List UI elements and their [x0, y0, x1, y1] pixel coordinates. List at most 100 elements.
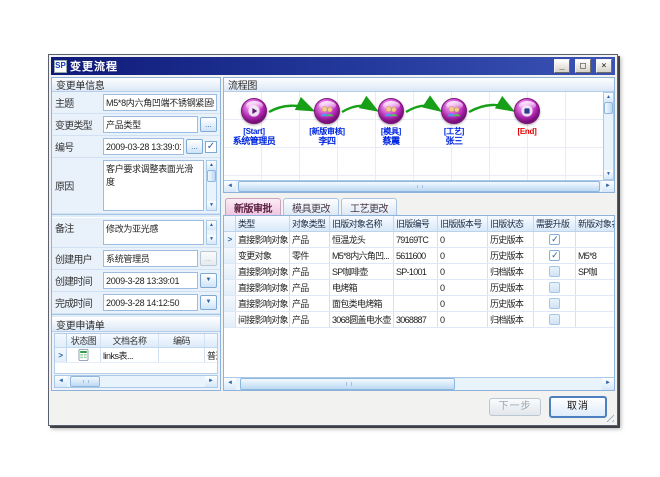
grid-col-header-4[interactable]: 旧版版本号	[438, 216, 488, 231]
grid-cell: 归档版本	[488, 264, 534, 279]
close-button[interactable]: ×	[596, 59, 612, 73]
grid-cell: 历史版本	[488, 296, 534, 311]
change-type-input[interactable]	[103, 116, 198, 133]
scroll-up-icon[interactable]: ▲	[207, 221, 216, 230]
scroll-up-icon[interactable]: ▲	[207, 161, 216, 170]
mini-col-header-1[interactable]: 文档名称	[101, 334, 159, 347]
impact-grid-body: >直接影响对象产品恒温龙头79169TC0历史版本✓变更对象零件M5*8内六角凹…	[224, 232, 614, 328]
grid-col-header-0[interactable]: 类型	[236, 216, 290, 231]
scroll-thumb[interactable]	[207, 170, 216, 182]
grid-cell: SP-1001	[394, 264, 438, 279]
finish-time-input[interactable]	[103, 294, 198, 311]
grid-col-header-3[interactable]: 旧版编号	[394, 216, 438, 231]
cancel-button[interactable]: 取消	[549, 396, 607, 418]
scroll-right-icon[interactable]: ►	[602, 181, 614, 192]
tab-1[interactable]: 模具更改	[283, 198, 339, 215]
mini-col-header-3[interactable]	[205, 334, 218, 347]
change-request-grid-body: >links表...普通	[55, 348, 217, 363]
number-picker-button[interactable]: ...	[186, 139, 203, 154]
create-time-input[interactable]	[103, 272, 198, 289]
task-node-icon[interactable]	[314, 98, 340, 124]
table-row[interactable]: >直接影响对象产品恒温龙头79169TC0历史版本✓	[224, 232, 614, 248]
remarks-textarea[interactable]: 修改为亚光感	[103, 220, 204, 245]
left-horizontal-scrollbar[interactable]: ◄ ►	[54, 375, 218, 388]
upgrade-checkbox[interactable]	[549, 298, 560, 309]
grid-cell: 0	[438, 264, 488, 279]
number-input[interactable]	[103, 138, 184, 155]
scroll-up-icon[interactable]: ▲	[604, 93, 613, 102]
subject-label: 主题	[55, 95, 101, 110]
scroll-down-icon[interactable]: ▼	[207, 201, 216, 210]
scroll-thumb[interactable]	[70, 376, 100, 387]
grid-cell: 直接影响对象	[236, 280, 290, 295]
mini-col-header-0[interactable]: 状态图	[67, 334, 101, 347]
grid-col-header-5[interactable]: 旧版状态	[488, 216, 534, 231]
mini-col-header-2[interactable]: 编码	[159, 334, 205, 347]
list-item[interactable]: >links表...普通	[55, 348, 217, 363]
scroll-left-icon[interactable]: ◄	[224, 181, 236, 192]
field-change-type: 变更类型 ...	[52, 114, 220, 136]
task-node-icon[interactable]	[441, 98, 467, 124]
grid-cell-upgrade	[534, 280, 576, 295]
scroll-down-icon[interactable]: ▼	[207, 235, 216, 244]
task-node-icon[interactable]	[378, 98, 404, 124]
flow-node-review: [新版审核] 李四	[295, 98, 359, 146]
flow-diagram-panel: 流程图	[223, 77, 615, 193]
flow-canvas[interactable]: [Start] 系统管理员 [新版审核]	[224, 92, 603, 180]
number-checkbox[interactable]: ✓	[205, 141, 217, 153]
upgrade-checkbox[interactable]: ✓	[549, 234, 560, 245]
remarks-label: 备注	[55, 220, 101, 245]
app-icon: SP	[54, 60, 67, 73]
grid-cell: 直接影响对象	[236, 296, 290, 311]
create-time-dropdown-button[interactable]: ▼	[200, 273, 217, 288]
create-user-picker-button[interactable]: ...	[200, 251, 217, 266]
finish-time-dropdown-button[interactable]: ▼	[200, 295, 217, 310]
minimize-button[interactable]: _	[554, 59, 570, 73]
grid-cell: SP咖啡壶	[330, 264, 394, 279]
flow-horizontal-scrollbar[interactable]: ◄ ►	[224, 180, 614, 192]
reason-textarea[interactable]: 客户要求调整表面光滑度	[103, 160, 204, 211]
grid-col-header-2[interactable]: 旧版对象名称	[330, 216, 394, 231]
upgrade-checkbox[interactable]: ✓	[549, 250, 560, 261]
field-number: 编号 ... ✓	[52, 136, 220, 158]
table-row[interactable]: 直接影响对象产品电烤箱0历史版本	[224, 280, 614, 296]
scroll-down-icon[interactable]: ▼	[604, 170, 613, 179]
table-row[interactable]: 直接影响对象产品面包类电烤箱0历史版本	[224, 296, 614, 312]
table-row[interactable]: 变更对象零件M5*8内六角凹...56116000历史版本✓M5*8	[224, 248, 614, 264]
row-selector	[224, 248, 236, 263]
tab-2[interactable]: 工艺更改	[341, 198, 397, 215]
grid-cell: 归档版本	[488, 312, 534, 327]
table-row[interactable]: 直接影响对象产品SP咖啡壶SP-10010归档版本SP咖	[224, 264, 614, 280]
remarks-scrollbar[interactable]: ▲ ▼	[206, 220, 217, 245]
scroll-right-icon[interactable]: ►	[205, 376, 217, 387]
table-row[interactable]: 间接影响对象产品3068圆盖电水壶30688870归档版本	[224, 312, 614, 328]
grid-col-header-7[interactable]: 新版对象名称	[576, 216, 614, 231]
end-node-icon[interactable]	[514, 98, 540, 124]
grid-col-header-1[interactable]: 对象类型	[290, 216, 330, 231]
titlebar[interactable]: SP 变更流程 _ □ ×	[51, 57, 615, 75]
change-type-label: 变更类型	[55, 117, 101, 132]
grid-cell: 3068圆盖电水壶	[330, 312, 394, 327]
start-node-icon[interactable]	[241, 98, 267, 124]
grid-cell-upgrade	[534, 312, 576, 327]
scroll-left-icon[interactable]: ◄	[55, 376, 67, 387]
create-user-input[interactable]	[103, 250, 198, 267]
tab-0[interactable]: 新版审批	[225, 198, 281, 215]
number-label: 编号	[55, 139, 101, 154]
scroll-thumb[interactable]	[604, 102, 613, 114]
upgrade-checkbox[interactable]	[549, 314, 560, 325]
upgrade-checkbox[interactable]	[549, 266, 560, 277]
maximize-button[interactable]: □	[575, 59, 591, 73]
next-button[interactable]: 下一步	[489, 398, 541, 416]
change-type-picker-button[interactable]: ...	[200, 117, 217, 132]
subject-input[interactable]	[103, 94, 217, 111]
row-selector	[224, 264, 236, 279]
reason-scrollbar[interactable]: ▲ ▼	[206, 160, 217, 211]
flow-vertical-scrollbar[interactable]: ▲ ▼	[603, 92, 614, 180]
upgrade-checkbox[interactable]	[549, 282, 560, 293]
grid-col-header-6[interactable]: 需要升版	[534, 216, 576, 231]
scroll-thumb[interactable]	[238, 181, 600, 192]
window-title: 变更流程	[70, 58, 549, 74]
people-icon	[446, 105, 462, 118]
grid-cell: 产品	[290, 296, 330, 311]
